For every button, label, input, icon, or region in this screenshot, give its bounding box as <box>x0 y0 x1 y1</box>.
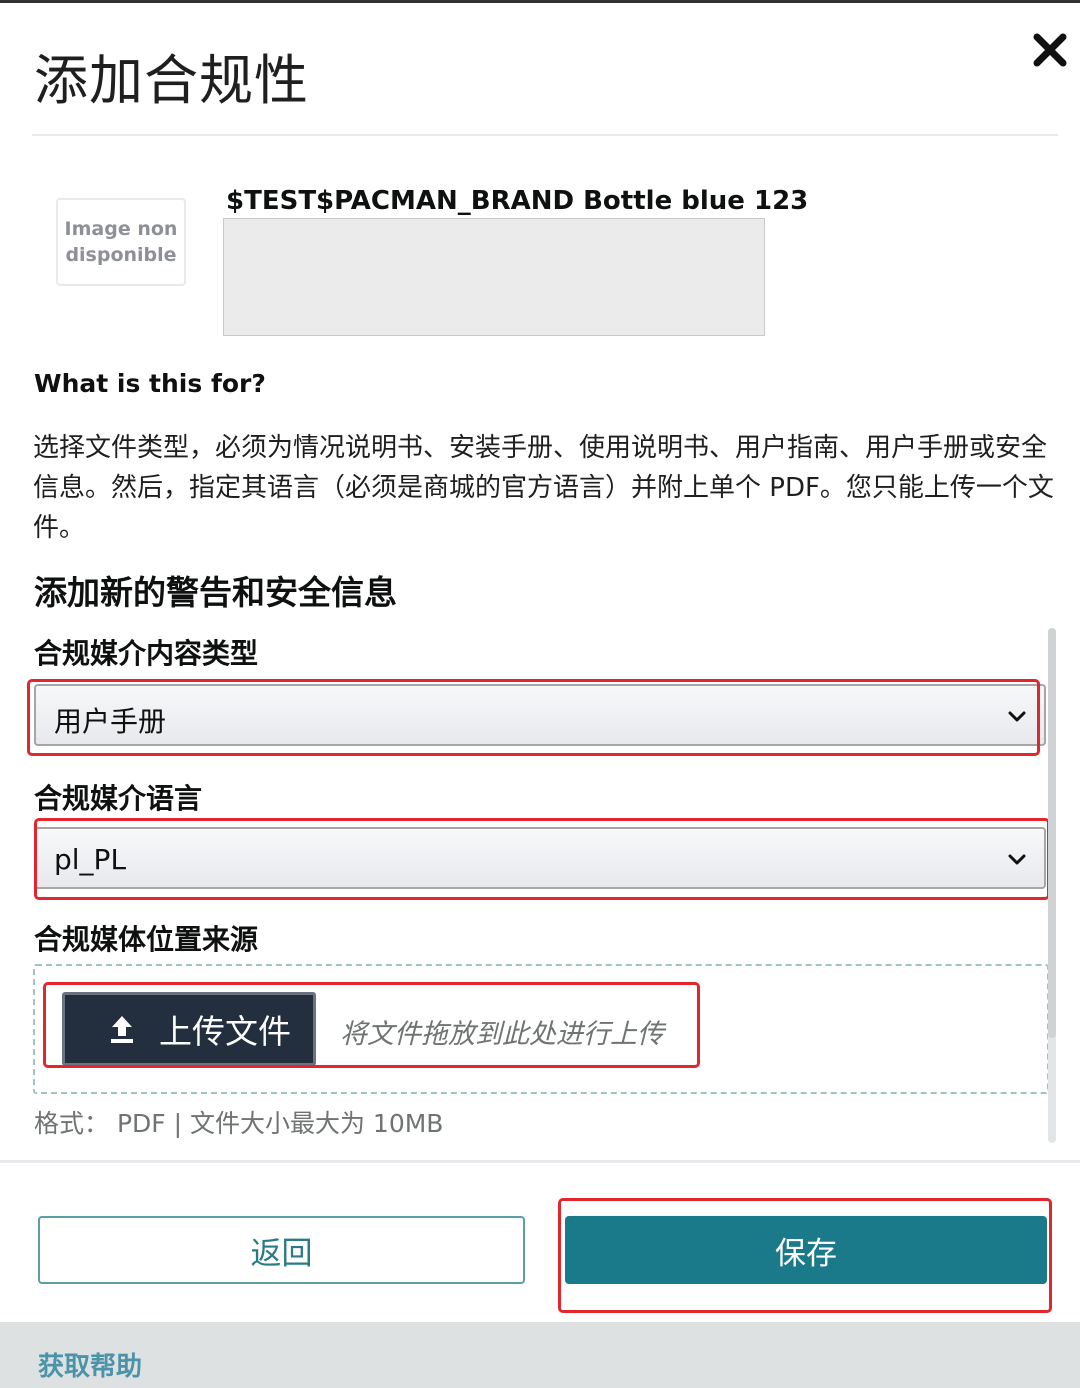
scrollbar-thumb[interactable] <box>1048 628 1056 1038</box>
language-select[interactable]: pl_PL <box>34 827 1046 889</box>
help-bar <box>0 1322 1080 1388</box>
save-button[interactable]: 保存 <box>565 1216 1047 1284</box>
drop-hint: 将文件拖放到此处进行上传 <box>340 1019 664 1050</box>
title-divider <box>32 134 1058 136</box>
product-details-redacted <box>223 218 765 336</box>
chevron-down-icon <box>1004 847 1030 873</box>
source-label: 合规媒体位置来源 <box>34 923 259 956</box>
info-text: 选择文件类型，必须为情况说明书、安装手册、使用说明书、用户指南、用户手册或安全信… <box>33 433 1054 543</box>
section-heading: 添加新的警告和安全信息 <box>34 573 397 612</box>
close-icon <box>1033 33 1067 67</box>
footer-divider <box>0 1160 1080 1163</box>
upload-icon <box>105 1012 139 1046</box>
product-name: $TEST$PACMAN_BRAND Bottle blue 123 <box>226 186 809 216</box>
language-label: 合规媒介语言 <box>34 782 203 815</box>
upload-file-label: 上传文件 <box>159 1012 291 1051</box>
content-type-select[interactable]: 用户手册 <box>34 684 1046 746</box>
info-heading: What is this for? <box>34 369 266 398</box>
upload-file-button[interactable]: 上传文件 <box>62 992 316 1066</box>
language-value: pl_PL <box>54 843 127 876</box>
window-top-edge <box>0 0 1080 3</box>
content-type-value: 用户手册 <box>54 705 167 738</box>
content-type-label: 合规媒介内容类型 <box>34 637 259 670</box>
format-note: 格式： PDF | 文件大小最大为 10MB <box>34 1109 444 1138</box>
product-image-placeholder: Image non disponible <box>56 198 186 286</box>
get-help-link[interactable]: 获取帮助 <box>38 1346 142 1383</box>
close-button[interactable] <box>1026 26 1074 74</box>
chevron-down-icon <box>1004 704 1030 730</box>
modal-title: 添加合规性 <box>34 49 309 112</box>
scrollbar[interactable] <box>1048 628 1056 1143</box>
back-button[interactable]: 返回 <box>38 1216 525 1284</box>
product-image-placeholder-text: Image non disponible <box>64 218 178 266</box>
